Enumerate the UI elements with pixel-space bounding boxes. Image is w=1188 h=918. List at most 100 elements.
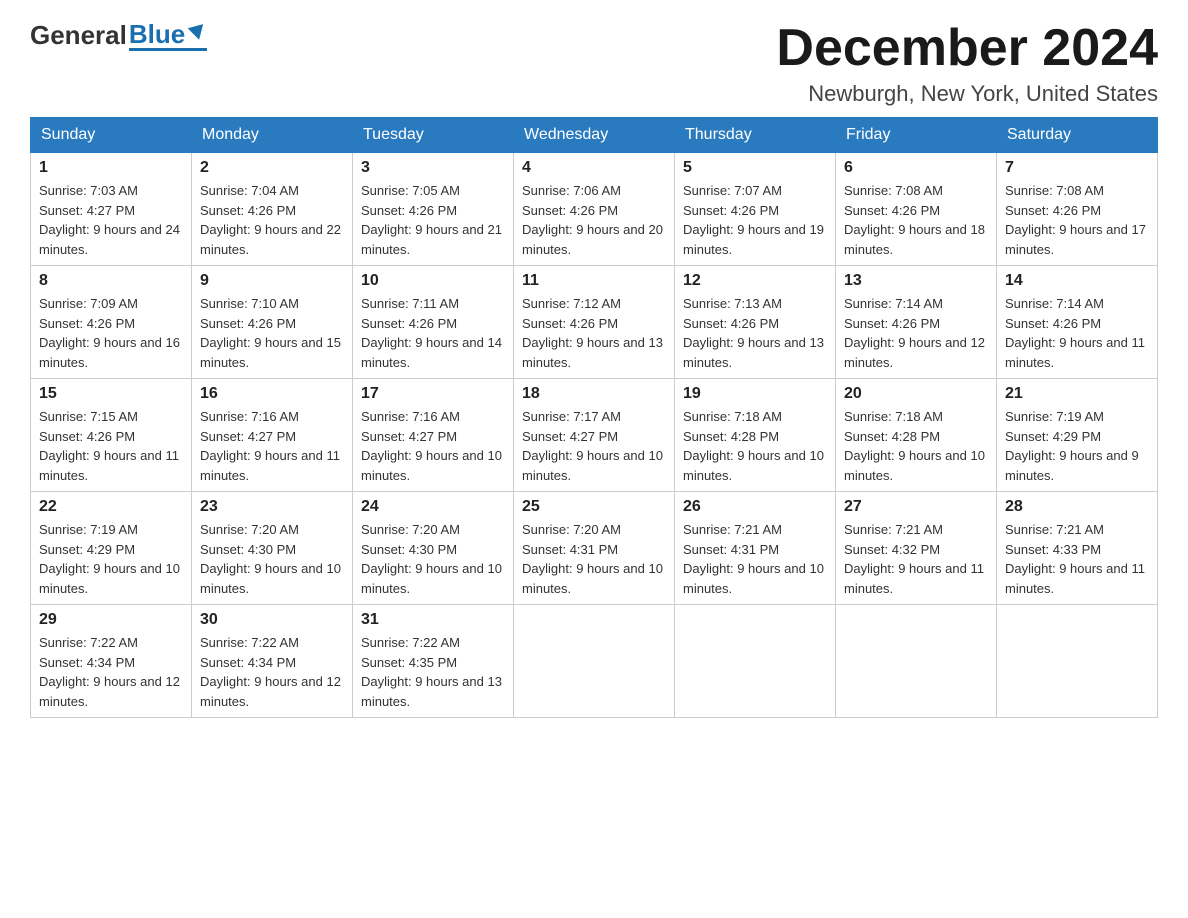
- day-info: Sunrise: 7:07 AMSunset: 4:26 PMDaylight:…: [683, 181, 827, 259]
- calendar-cell: 7Sunrise: 7:08 AMSunset: 4:26 PMDaylight…: [997, 153, 1158, 266]
- calendar-cell: 24 Sunrise: 7:20 AMSunset: 4:30 PMDayligh…: [353, 492, 514, 605]
- calendar-cell: 21 Sunrise: 7:19 AMSunset: 4:29 PMDayligh…: [997, 379, 1158, 492]
- day-info: Sunrise: 7:14 AMSunset: 4:26 PMDaylight:…: [844, 294, 988, 372]
- calendar-cell: [675, 605, 836, 718]
- day-number: 5: [683, 159, 827, 177]
- calendar-cell: 19 Sunrise: 7:18 AMSunset: 4:28 PMDayligh…: [675, 379, 836, 492]
- calendar-cell: 4Sunrise: 7:06 AMSunset: 4:26 PMDaylight…: [514, 153, 675, 266]
- logo-triangle-icon: [187, 22, 207, 42]
- day-number: 30: [200, 611, 344, 629]
- day-info: Sunrise: 7:12 AMSunset: 4:26 PMDaylight:…: [522, 294, 666, 372]
- calendar-cell: [514, 605, 675, 718]
- calendar-cell: 12Sunrise: 7:13 AMSunset: 4:26 PMDayligh…: [675, 266, 836, 379]
- page-title: December 2024: [776, 20, 1158, 77]
- calendar-header: SundayMondayTuesdayWednesdayThursdayFrid…: [31, 118, 1158, 153]
- day-number: 26: [683, 498, 827, 516]
- day-info: Sunrise: 7:22 AMSunset: 4:35 PMDaylight:…: [361, 633, 505, 711]
- day-number: 19: [683, 385, 827, 403]
- day-number: 25: [522, 498, 666, 516]
- day-number: 18: [522, 385, 666, 403]
- day-number: 6: [844, 159, 988, 177]
- calendar-table: SundayMondayTuesdayWednesdayThursdayFrid…: [30, 117, 1158, 718]
- day-info: Sunrise: 7:03 AMSunset: 4:27 PMDaylight:…: [39, 181, 183, 259]
- page-subtitle: Newburgh, New York, United States: [776, 81, 1158, 107]
- day-info: Sunrise: 7:21 AMSunset: 4:33 PMDaylight:…: [1005, 520, 1149, 598]
- logo-blue-part: Blue: [129, 21, 207, 51]
- day-info: Sunrise: 7:19 AMSunset: 4:29 PMDaylight:…: [1005, 407, 1149, 485]
- day-number: 8: [39, 272, 183, 290]
- day-number: 22: [39, 498, 183, 516]
- day-of-week-header: Thursday: [675, 118, 836, 153]
- day-of-week-header: Saturday: [997, 118, 1158, 153]
- logo-general-text: General: [30, 20, 127, 51]
- day-number: 7: [1005, 159, 1149, 177]
- day-info: Sunrise: 7:13 AMSunset: 4:26 PMDaylight:…: [683, 294, 827, 372]
- day-number: 3: [361, 159, 505, 177]
- calendar-cell: 1 Sunrise: 7:03 AMSunset: 4:27 PMDaylight…: [31, 153, 192, 266]
- day-number: 14: [1005, 272, 1149, 290]
- day-info: Sunrise: 7:14 AMSunset: 4:26 PMDaylight:…: [1005, 294, 1149, 372]
- day-number: 20: [844, 385, 988, 403]
- day-number: 11: [522, 272, 666, 290]
- day-number: 4: [522, 159, 666, 177]
- logo-underline: [129, 48, 207, 51]
- day-number: 17: [361, 385, 505, 403]
- day-of-week-header: Friday: [836, 118, 997, 153]
- day-number: 15: [39, 385, 183, 403]
- day-number: 31: [361, 611, 505, 629]
- day-number: 28: [1005, 498, 1149, 516]
- day-of-week-header: Wednesday: [514, 118, 675, 153]
- calendar-week-row: 29 Sunrise: 7:22 AMSunset: 4:34 PMDayligh…: [31, 605, 1158, 718]
- day-number: 27: [844, 498, 988, 516]
- day-info: Sunrise: 7:21 AMSunset: 4:31 PMDaylight:…: [683, 520, 827, 598]
- day-info: Sunrise: 7:18 AMSunset: 4:28 PMDaylight:…: [844, 407, 988, 485]
- day-of-week-header: Monday: [192, 118, 353, 153]
- day-info: Sunrise: 7:11 AMSunset: 4:26 PMDaylight:…: [361, 294, 505, 372]
- calendar-cell: 23Sunrise: 7:20 AMSunset: 4:30 PMDayligh…: [192, 492, 353, 605]
- calendar-cell: 26 Sunrise: 7:21 AMSunset: 4:31 PMDayligh…: [675, 492, 836, 605]
- day-number: 9: [200, 272, 344, 290]
- day-of-week-header: Sunday: [31, 118, 192, 153]
- calendar-cell: 25 Sunrise: 7:20 AMSunset: 4:31 PMDayligh…: [514, 492, 675, 605]
- day-info: Sunrise: 7:20 AMSunset: 4:31 PMDaylight:…: [522, 520, 666, 598]
- calendar-cell: 28 Sunrise: 7:21 AMSunset: 4:33 PMDayligh…: [997, 492, 1158, 605]
- day-info: Sunrise: 7:15 AMSunset: 4:26 PMDaylight:…: [39, 407, 183, 485]
- calendar-week-row: 8 Sunrise: 7:09 AMSunset: 4:26 PMDaylight…: [31, 266, 1158, 379]
- logo: General Blue: [30, 20, 207, 51]
- calendar-cell: 17Sunrise: 7:16 AMSunset: 4:27 PMDayligh…: [353, 379, 514, 492]
- day-info: Sunrise: 7:18 AMSunset: 4:28 PMDaylight:…: [683, 407, 827, 485]
- day-number: 29: [39, 611, 183, 629]
- calendar-cell: 30Sunrise: 7:22 AMSunset: 4:34 PMDayligh…: [192, 605, 353, 718]
- day-info: Sunrise: 7:17 AMSunset: 4:27 PMDaylight:…: [522, 407, 666, 485]
- calendar-cell: 27 Sunrise: 7:21 AMSunset: 4:32 PMDayligh…: [836, 492, 997, 605]
- day-number: 10: [361, 272, 505, 290]
- day-number: 24: [361, 498, 505, 516]
- calendar-cell: 3 Sunrise: 7:05 AMSunset: 4:26 PMDaylight…: [353, 153, 514, 266]
- day-number: 1: [39, 159, 183, 177]
- day-number: 21: [1005, 385, 1149, 403]
- page-header: General Blue December 2024 Newburgh, New…: [30, 20, 1158, 107]
- calendar-cell: 11 Sunrise: 7:12 AMSunset: 4:26 PMDayligh…: [514, 266, 675, 379]
- day-of-week-header: Tuesday: [353, 118, 514, 153]
- calendar-cell: 8 Sunrise: 7:09 AMSunset: 4:26 PMDaylight…: [31, 266, 192, 379]
- day-info: Sunrise: 7:22 AMSunset: 4:34 PMDaylight:…: [39, 633, 183, 711]
- calendar-cell: 9 Sunrise: 7:10 AMSunset: 4:26 PMDaylight…: [192, 266, 353, 379]
- calendar-cell: 6Sunrise: 7:08 AMSunset: 4:26 PMDaylight…: [836, 153, 997, 266]
- calendar-week-row: 1 Sunrise: 7:03 AMSunset: 4:27 PMDaylight…: [31, 153, 1158, 266]
- day-info: Sunrise: 7:21 AMSunset: 4:32 PMDaylight:…: [844, 520, 988, 598]
- day-number: 2: [200, 159, 344, 177]
- calendar-week-row: 22 Sunrise: 7:19 AMSunset: 4:29 PMDayligh…: [31, 492, 1158, 605]
- day-info: Sunrise: 7:19 AMSunset: 4:29 PMDaylight:…: [39, 520, 183, 598]
- day-info: Sunrise: 7:16 AMSunset: 4:27 PMDaylight:…: [200, 407, 344, 485]
- day-info: Sunrise: 7:05 AMSunset: 4:26 PMDaylight:…: [361, 181, 505, 259]
- day-number: 16: [200, 385, 344, 403]
- calendar-cell: 15 Sunrise: 7:15 AMSunset: 4:26 PMDayligh…: [31, 379, 192, 492]
- day-info: Sunrise: 7:20 AMSunset: 4:30 PMDaylight:…: [361, 520, 505, 598]
- calendar-cell: 16 Sunrise: 7:16 AMSunset: 4:27 PMDayligh…: [192, 379, 353, 492]
- calendar-cell: 13Sunrise: 7:14 AMSunset: 4:26 PMDayligh…: [836, 266, 997, 379]
- calendar-week-row: 15 Sunrise: 7:15 AMSunset: 4:26 PMDayligh…: [31, 379, 1158, 492]
- day-info: Sunrise: 7:09 AMSunset: 4:26 PMDaylight:…: [39, 294, 183, 372]
- calendar-cell: 10 Sunrise: 7:11 AMSunset: 4:26 PMDayligh…: [353, 266, 514, 379]
- calendar-cell: 2Sunrise: 7:04 AMSunset: 4:26 PMDaylight…: [192, 153, 353, 266]
- day-info: Sunrise: 7:10 AMSunset: 4:26 PMDaylight:…: [200, 294, 344, 372]
